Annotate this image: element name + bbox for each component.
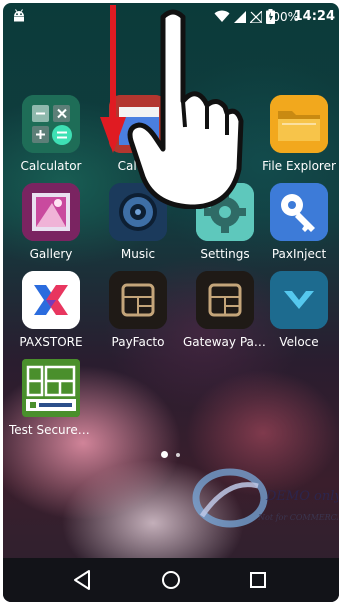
payfacto-test-icon [22, 359, 80, 417]
page-indicator [161, 451, 180, 458]
clock: 14:24 [293, 9, 335, 24]
app-label: Calculator [20, 159, 82, 173]
app-gateway-payfacto[interactable]: Gateway PayF.. [183, 271, 267, 359]
app-label: PAXSTORE [19, 335, 83, 349]
app-label: Settings [200, 247, 250, 261]
recents-icon[interactable] [244, 566, 272, 594]
swipe-down-arrow-icon [100, 5, 126, 153]
app-gallery[interactable]: Gallery [9, 183, 93, 271]
app-label: PayFacto [111, 335, 165, 349]
pointing-hand-icon [127, 9, 244, 209]
watermark-line1: DEMO only [265, 489, 338, 504]
payfacto-icon [109, 271, 167, 329]
app-file-explorer[interactable]: File Explorer [257, 95, 339, 183]
back-icon[interactable] [69, 566, 97, 594]
page-dot [176, 452, 180, 457]
paxstore-icon [22, 271, 80, 329]
app-label: Veloce [279, 335, 319, 349]
android-debug-icon [14, 9, 24, 22]
demo-watermark: DEMO only Not for COMMERCIAL [192, 468, 338, 528]
watermark-line2: Not for COMMERCIAL [257, 513, 338, 522]
app-label: File Explorer [262, 159, 336, 173]
app-payfacto[interactable]: PayFacto [96, 271, 180, 359]
app-label: Gateway PayF.. [183, 335, 267, 349]
no-sim-icon [250, 10, 262, 23]
app-veloce[interactable]: Veloce [257, 271, 339, 359]
app-paxinject[interactable]: PaxInject [257, 183, 339, 271]
app-label: Test SecureTa.. [9, 423, 93, 437]
app-calculator[interactable]: Calculator [9, 95, 93, 183]
key-icon [270, 183, 328, 241]
payfacto-icon [196, 271, 254, 329]
navigation-bar [3, 558, 339, 602]
app-label: Music [120, 247, 156, 261]
app-paxstore[interactable]: PAXSTORE [9, 271, 93, 359]
app-test-securetap[interactable]: Test SecureTa.. [9, 359, 93, 447]
gallery-icon [22, 183, 80, 241]
page-dot-active [161, 451, 168, 458]
app-label: Gallery [29, 247, 73, 261]
calculator-icon [22, 95, 80, 153]
app-label: PaxInject [271, 247, 327, 261]
veloce-icon [270, 271, 328, 329]
home-icon[interactable] [157, 566, 185, 594]
phone-screen: 100% 14:24 Calculator File Explorer Gall… [3, 3, 339, 602]
folder-icon [270, 95, 328, 153]
